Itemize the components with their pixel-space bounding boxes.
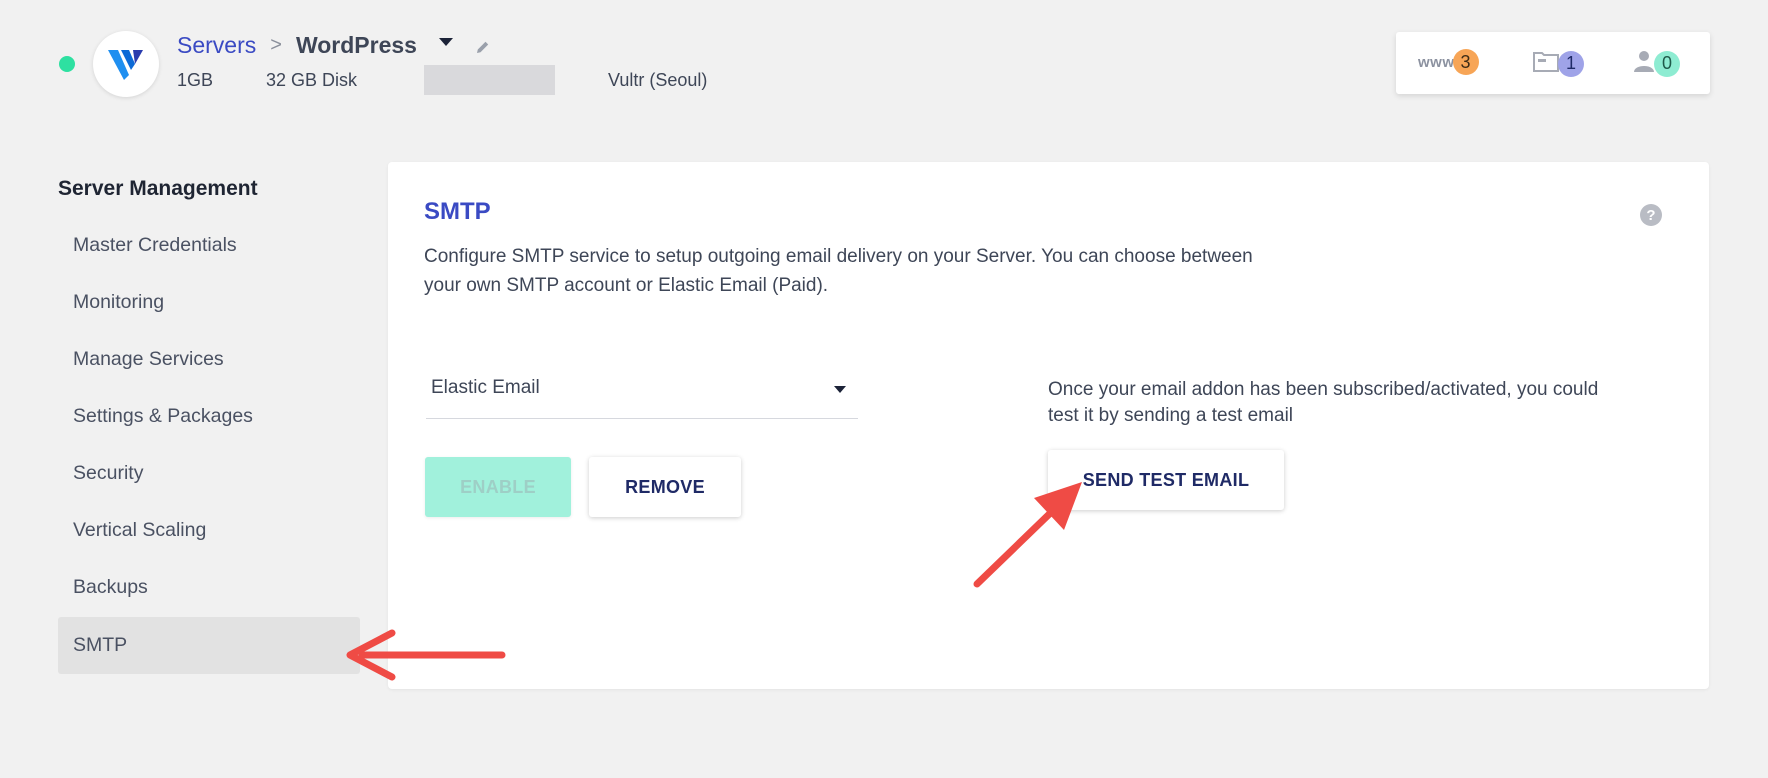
server-status-dot [59, 56, 75, 72]
sidebar-item-manage-services[interactable]: Manage Services [58, 331, 360, 388]
sidebar-item-master-credentials[interactable]: Master Credentials [58, 217, 360, 274]
panel-title: SMTP [424, 198, 491, 225]
server-switch-caret-icon[interactable] [438, 37, 453, 46]
sidebar-item-monitoring[interactable]: Monitoring [58, 274, 360, 331]
smtp-panel: SMTP ? Configure SMTP service to setup o… [388, 162, 1709, 689]
enable-button[interactable]: ENABLE [425, 457, 571, 517]
breadcrumb-separator: > [270, 34, 282, 56]
server-disk: 32 GB Disk [266, 70, 358, 90]
server-name: WordPress [295, 32, 417, 58]
server-location: Vultr (Seoul) [608, 70, 708, 90]
send-test-note: Once your email addon has been subscribe… [1048, 379, 1599, 426]
smtp-provider-value: Elastic Email [431, 377, 540, 398]
user-icon [1632, 49, 1656, 78]
server-counters: www 3 1 0 [1396, 32, 1710, 94]
www-icon: www [1418, 53, 1455, 71]
apps-counter[interactable]: 1 [1532, 49, 1584, 78]
server-size: 1GB [177, 70, 214, 90]
www-count-badge: 3 [1452, 49, 1479, 75]
help-icon[interactable]: ? [1640, 204, 1662, 226]
remove-button[interactable]: REMOVE [589, 457, 741, 517]
smtp-provider-select[interactable]: Elastic Email [426, 362, 858, 419]
chevron-down-icon [834, 386, 846, 393]
breadcrumb: Servers > WordPress [177, 32, 491, 59]
edit-pencil-icon[interactable] [475, 34, 491, 61]
send-test-email-button[interactable]: SEND TEST EMAIL [1048, 450, 1284, 510]
breadcrumb-servers-link[interactable]: Servers [177, 32, 256, 59]
users-count-badge: 0 [1654, 50, 1680, 77]
sidebar-item-smtp[interactable]: SMTP [58, 617, 360, 674]
sidebar-item-security[interactable]: Security [58, 445, 360, 502]
panel-description: Configure SMTP service to setup outgoing… [424, 246, 1253, 296]
users-counter[interactable]: 0 [1632, 49, 1680, 78]
sidebar-item-settings-packages[interactable]: Settings & Packages [58, 388, 360, 445]
folder-icon [1532, 49, 1560, 78]
sidebar-title: Server Management [58, 177, 258, 200]
sidebar-item-vertical-scaling[interactable]: Vertical Scaling [58, 502, 360, 559]
www-counter[interactable]: www 3 [1418, 49, 1479, 75]
vultr-logo [93, 31, 159, 97]
sidebar-item-backups[interactable]: Backups [58, 559, 360, 616]
server-ip-redacted [424, 65, 555, 95]
apps-count-badge: 1 [1558, 50, 1584, 77]
